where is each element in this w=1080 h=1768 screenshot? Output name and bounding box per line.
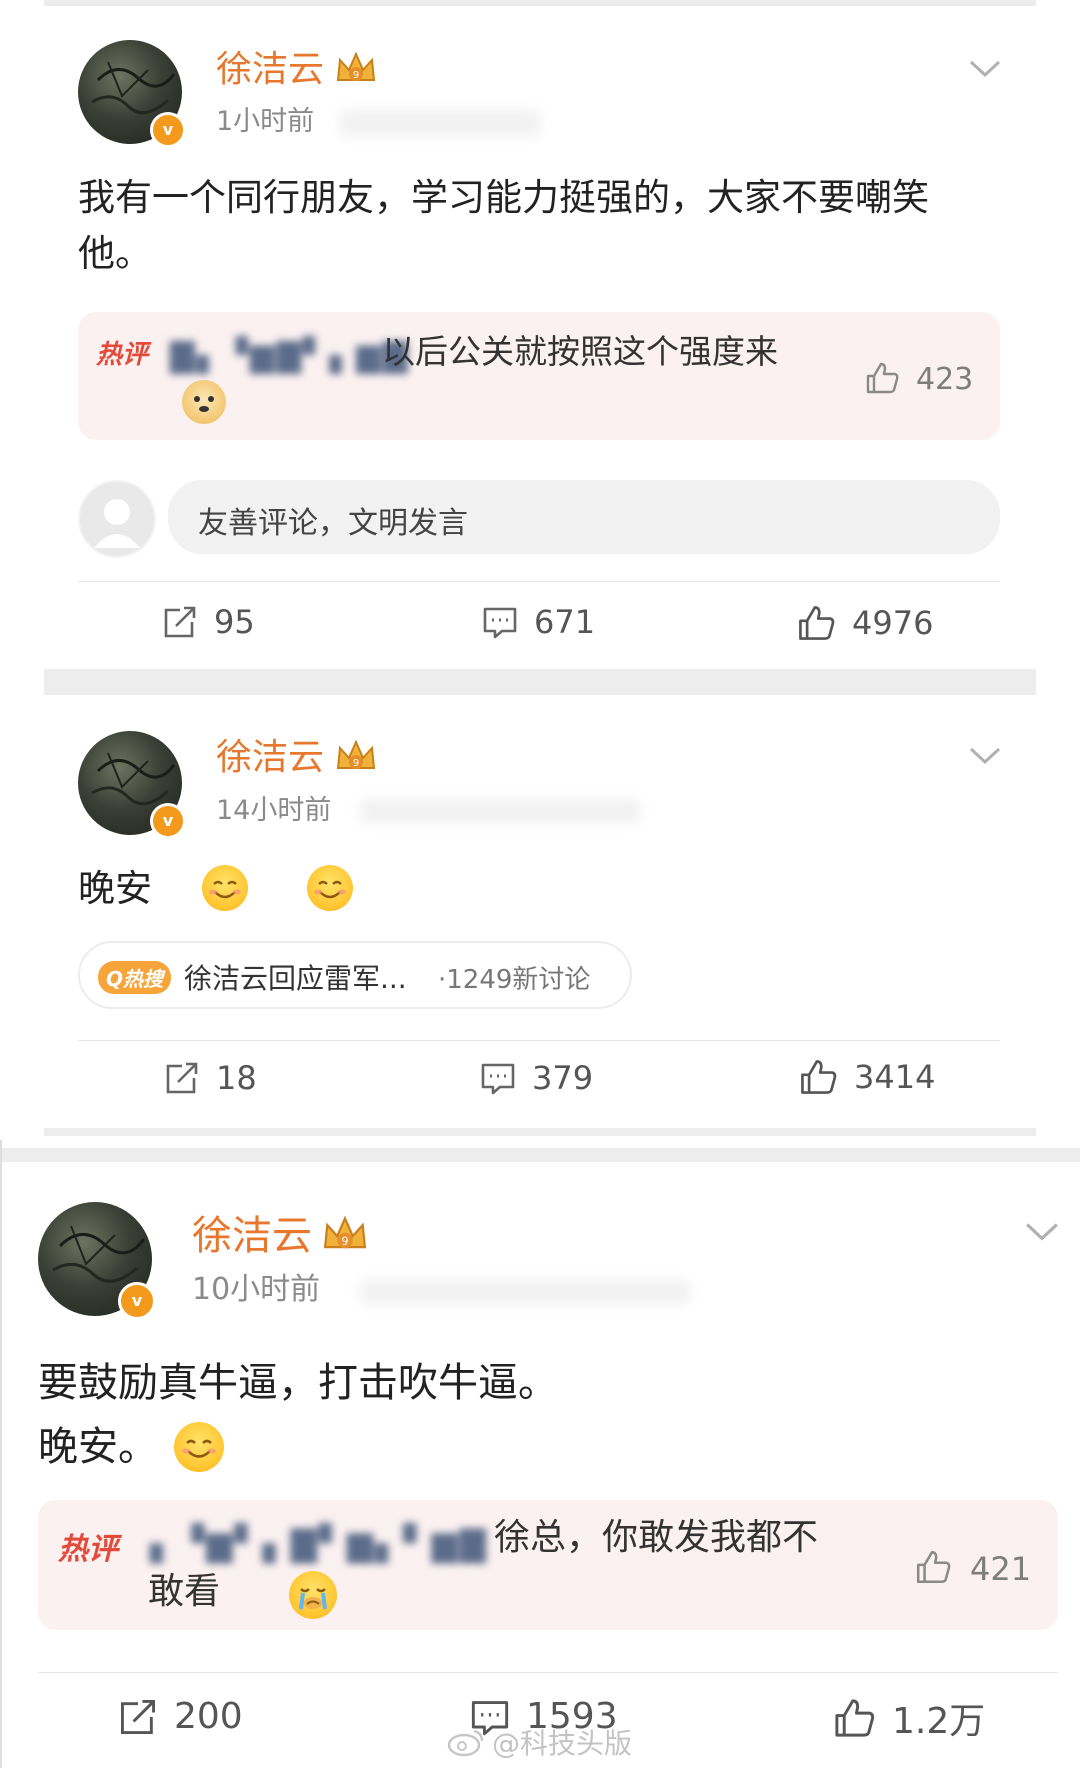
post-content-line-2: 他。: [78, 232, 152, 275]
default-user-icon: [94, 499, 140, 548]
comment-button[interactable]: 671: [482, 603, 595, 641]
smile-emoji-icon: [174, 1422, 224, 1472]
post-content-line-2: 晚安。: [38, 1424, 158, 1470]
topic-discussion-count: ·1249新讨论: [438, 965, 591, 995]
chevron-down-icon[interactable]: [968, 745, 1002, 767]
hot-search-badge: Q热搜: [98, 961, 172, 994]
svg-text:9: 9: [353, 758, 359, 769]
post-card-1: v 徐洁云 9 1小时前 我有一个同行朋友，学习能力挺强的，大家不要嘲笑 他。 …: [0, 6, 1080, 669]
comment-icon: [481, 1063, 515, 1095]
post-content-line-1: 要鼓励真牛逼，打击吹牛逼。: [38, 1360, 558, 1406]
comment-input-placeholder: 友善评论，文明发言: [198, 506, 468, 541]
crown-icon: 9: [336, 739, 376, 769]
crown-icon: 9: [336, 51, 376, 81]
weibo-logo-icon: [447, 1729, 484, 1757]
like-button[interactable]: 3414: [798, 1057, 935, 1097]
post-source-redacted: [340, 110, 540, 136]
post-time: 10小时前: [192, 1272, 321, 1307]
post-source-redacted: [360, 1280, 690, 1304]
thumbs-up-icon: [799, 606, 835, 640]
chevron-down-icon[interactable]: [968, 58, 1002, 80]
hot-comment-author-redacted: ▇▖▝▆▇▘▖▆▇: [170, 336, 410, 374]
hot-comment-text-line-1: 徐总，你敢发我都不: [494, 1517, 819, 1558]
comment-count: 379: [532, 1059, 594, 1097]
hot-search-badge-label: 热搜: [123, 967, 164, 991]
like-button[interactable]: 4976: [796, 603, 933, 643]
post-separator: [44, 669, 1036, 695]
avatar[interactable]: v: [78, 40, 186, 148]
post-time: 14小时前: [216, 795, 332, 826]
like-button[interactable]: 1.2万: [832, 1692, 985, 1744]
crown-icon: 9: [323, 1215, 367, 1249]
post-time: 1小时前: [216, 106, 315, 137]
username[interactable]: 徐洁云: [192, 1214, 312, 1258]
repost-button[interactable]: 18: [164, 1059, 257, 1097]
hot-comment-label: 热评: [58, 1532, 118, 1567]
hot-comment-label: 热评: [96, 340, 149, 370]
action-divider: [38, 1672, 1058, 1673]
chevron-down-icon[interactable]: [1024, 1220, 1060, 1244]
repost-icon: [166, 1062, 198, 1094]
post-content: 晚安: [78, 867, 152, 910]
verified-badge-icon: v: [150, 112, 186, 148]
smile-emoji-icon: [202, 865, 248, 911]
thumbs-up-icon[interactable]: [914, 1548, 952, 1586]
hot-comment-text: 以后公关就按照这个强度来: [382, 332, 778, 371]
avatar[interactable]: v: [78, 731, 186, 839]
avatar[interactable]: v: [38, 1202, 156, 1320]
comment-button[interactable]: 379: [480, 1059, 593, 1097]
repost-count: 200: [174, 1696, 243, 1737]
hot-comment-author-redacted: ▖▝▆▘▖▇▘▆▖▘▆▇: [150, 1524, 488, 1564]
like-count: 3414: [854, 1058, 936, 1096]
like-count: 1.2万: [892, 1701, 986, 1742]
watermark: @科技头版: [446, 1722, 632, 1762]
thumbs-up-icon: [835, 1699, 875, 1737]
commenter-avatar: [78, 480, 156, 558]
doge-emoji-icon: [182, 380, 226, 424]
username[interactable]: 徐洁云: [216, 50, 324, 90]
repost-count: 95: [214, 603, 255, 641]
topic-title: 徐洁云回应雷军...: [184, 962, 407, 995]
thumbs-up-icon: [801, 1060, 837, 1094]
post-separator: [44, 1128, 1036, 1136]
hot-comment-likes: 423: [916, 362, 974, 397]
repost-count: 18: [216, 1059, 257, 1097]
repost-button[interactable]: 95: [162, 603, 255, 641]
screenshot-seam: [0, 1148, 1080, 1162]
like-count: 4976: [852, 604, 934, 642]
post-card-3: v 徐洁云 9 10小时前 要鼓励真牛逼，打击吹牛逼。 晚安。 热评 ▖▝▆▘▖…: [0, 1162, 1080, 1768]
username[interactable]: 徐洁云: [216, 738, 324, 778]
post-content-line-1: 我有一个同行朋友，学习能力挺强的，大家不要嘲笑: [78, 176, 929, 219]
repost-icon: [164, 606, 196, 638]
verified-badge-icon: v: [150, 803, 186, 839]
svg-text:9: 9: [341, 1235, 348, 1248]
watermark-text: @科技头版: [492, 1727, 633, 1760]
search-icon: Q: [106, 967, 124, 991]
comment-count: 671: [534, 603, 596, 641]
svg-text:9: 9: [353, 70, 359, 81]
hot-comment-text-line-2: 敢看: [148, 1571, 221, 1612]
smile-emoji-icon: [307, 865, 354, 911]
action-divider: [78, 581, 1000, 582]
post-card-2: v 徐洁云 9 14小时前 晚安 Q热搜 徐洁云回应雷军... ·1249新讨论…: [0, 695, 1080, 1128]
repost-button[interactable]: 200: [118, 1696, 243, 1737]
crying-emoji-icon: [289, 1571, 338, 1619]
repost-icon: [121, 1699, 155, 1734]
hot-comment-likes: 421: [970, 1550, 1032, 1588]
verified-badge-icon: v: [118, 1282, 156, 1320]
comment-icon: [483, 607, 517, 639]
action-divider: [78, 1040, 1000, 1041]
thumbs-up-icon[interactable]: [864, 360, 900, 396]
post-source-redacted: [360, 799, 640, 823]
